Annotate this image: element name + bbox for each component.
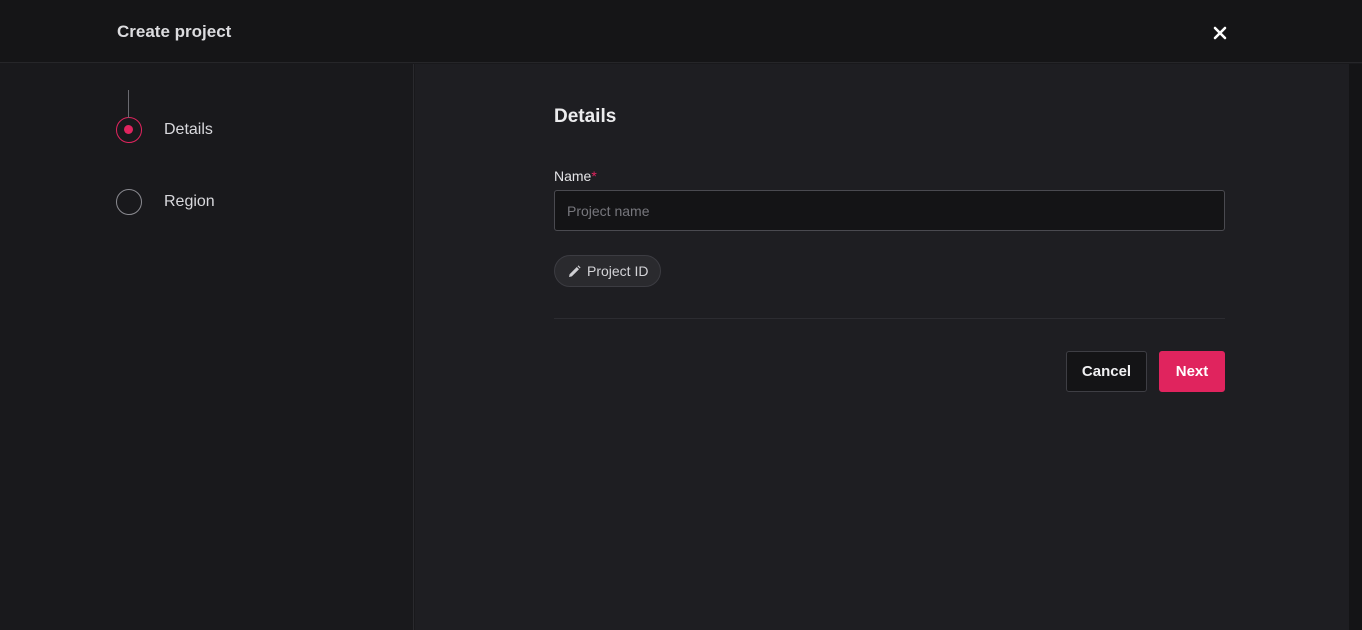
step-details-label: Details [164, 121, 213, 138]
project-id-label: Project ID [587, 263, 649, 279]
scrollbar-track[interactable] [1349, 64, 1362, 630]
step-details[interactable]: Details [116, 117, 213, 143]
form-divider [554, 318, 1225, 319]
name-field-label: Name* [554, 168, 597, 184]
step-connector [128, 90, 129, 118]
pencil-icon [568, 264, 581, 278]
required-asterisk: * [591, 168, 597, 184]
dialog-title: Create project [117, 22, 232, 41]
project-id-button[interactable]: Project ID [554, 255, 662, 287]
step-inactive-indicator-icon [116, 189, 142, 215]
cancel-button[interactable]: Cancel [1066, 351, 1147, 392]
step-active-indicator-icon [116, 117, 142, 143]
details-panel: Details Name* Project ID Cancel Next [415, 64, 1349, 630]
section-title: Details [554, 106, 617, 127]
next-button[interactable]: Next [1159, 351, 1225, 392]
step-region[interactable]: Region [116, 189, 215, 215]
stepper-sidebar [0, 64, 414, 630]
step-region-label: Region [164, 193, 215, 210]
close-icon[interactable] [1208, 21, 1232, 45]
dialog-header: Create project [0, 0, 1362, 63]
project-name-input[interactable] [554, 190, 1225, 231]
name-label-text: Name [554, 168, 592, 184]
